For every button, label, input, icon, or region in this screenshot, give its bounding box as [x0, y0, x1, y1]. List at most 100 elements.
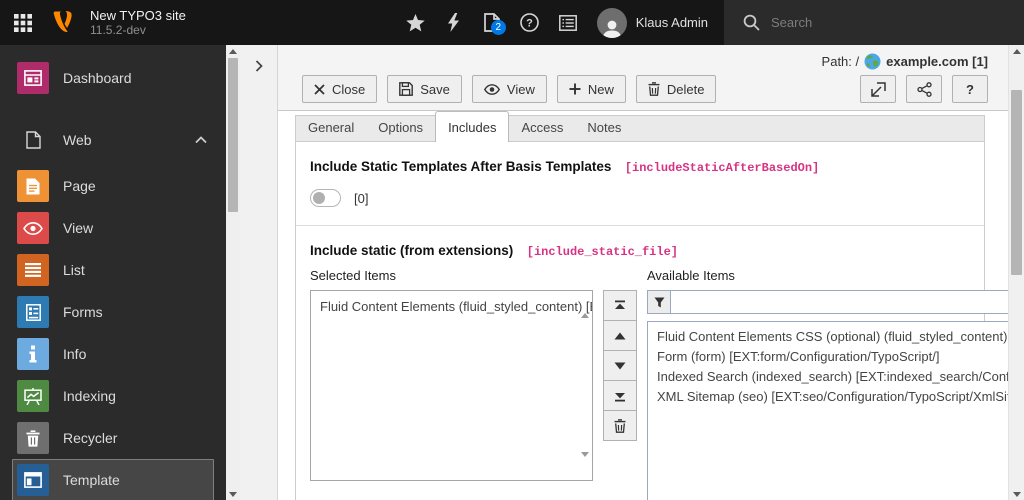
available-items-listbox[interactable]: Fluid Content Elements CSS (optional) (f…	[647, 321, 1024, 500]
sidebar-item-template[interactable]: Template	[12, 459, 214, 500]
topbar-search	[724, 0, 1024, 45]
navigation-strip	[240, 45, 278, 500]
path-label: Path: /	[821, 53, 860, 69]
user-name: Klaus Admin	[635, 15, 708, 30]
toggle-switch-off[interactable]	[310, 189, 341, 207]
forms-icon	[17, 296, 49, 328]
sidebar-item-view[interactable]: View	[12, 207, 214, 249]
sidebar-item-recycler[interactable]: Recycler	[12, 417, 214, 459]
chevron-up-icon	[195, 136, 207, 144]
opened-documents-count-badge: 2	[490, 20, 506, 35]
main-content: Path: / example.com [1] Close Save View …	[278, 45, 1024, 500]
field-code: [includeStaticAfterBasedOn]	[624, 161, 820, 175]
sidebar-item-label: View	[63, 220, 94, 236]
web-group-icon	[17, 124, 49, 156]
sidebar-item-label: Page	[63, 178, 96, 194]
expand-navigation-button[interactable]	[240, 55, 277, 77]
sidebar-item-indexing[interactable]: Indexing	[12, 375, 214, 417]
tab-general[interactable]: General	[296, 114, 366, 142]
module-menu-toggle-button[interactable]	[0, 0, 45, 45]
svg-text:?: ?	[526, 17, 533, 29]
open-in-new-window-button[interactable]	[860, 75, 896, 103]
field-code: [include_static_file]	[526, 245, 678, 259]
scroll-down-arrow[interactable]	[1009, 488, 1024, 500]
listbox-scroll-down-icon[interactable]	[581, 452, 589, 475]
sidebar-group-label: Web	[63, 132, 92, 148]
help-circle-icon: ?	[520, 13, 540, 32]
main-scrollbar	[1008, 45, 1024, 500]
selected-item[interactable]: Fluid Content Elements (fluid_styled_con…	[311, 291, 592, 317]
brand[interactable]: New TYPO3 site 11.5.2-dev	[45, 0, 196, 45]
available-item[interactable]: Form (form) [EXT:form/Configuration/Typo…	[648, 347, 1024, 367]
available-items-header: Available Items	[647, 268, 735, 283]
help-button[interactable]: ?	[511, 0, 549, 45]
move-to-top-button[interactable]	[603, 290, 637, 321]
remove-item-button[interactable]	[603, 410, 637, 441]
field-include-static-file: Include static (from extensions) [includ…	[296, 225, 1024, 500]
new-button[interactable]: New	[556, 75, 626, 103]
share-button[interactable]	[906, 75, 942, 103]
typo3-version: 11.5.2-dev	[90, 23, 146, 37]
sidebar-item-page[interactable]: Page	[12, 165, 214, 207]
view-button[interactable]: View	[471, 75, 547, 103]
typo3-logo-icon	[53, 10, 80, 36]
share-icon	[916, 81, 932, 97]
delete-button[interactable]: Delete	[635, 75, 717, 103]
docheader: Path: / example.com [1] Close Save View …	[278, 45, 1008, 111]
help-button-docheader[interactable]: ?	[952, 75, 988, 103]
sidebar-item-label: Info	[63, 346, 87, 362]
list-icon	[17, 254, 49, 286]
scrollbar-thumb[interactable]	[1011, 90, 1022, 275]
available-item[interactable]: XML Sitemap (seo) [EXT:seo/Configuration…	[648, 387, 1024, 407]
save-button[interactable]: Save	[387, 75, 462, 103]
sidebar-item-dashboard[interactable]: Dashboard	[12, 57, 214, 99]
bookmarks-button[interactable]	[397, 0, 435, 45]
dashboard-icon	[17, 62, 49, 94]
sidebar-item-forms[interactable]: Forms	[12, 291, 214, 333]
scroll-up-arrow[interactable]	[1009, 45, 1024, 57]
info-icon	[17, 338, 49, 370]
item-move-controls	[603, 290, 637, 500]
question-mark-icon: ?	[966, 81, 974, 97]
available-item[interactable]: Indexed Search (indexed_search) [EXT:ind…	[648, 367, 1024, 387]
view-eye-icon	[483, 83, 500, 95]
system-information-button[interactable]	[549, 0, 587, 45]
tab-notes[interactable]: Notes	[575, 114, 633, 142]
move-to-bottom-button[interactable]	[603, 380, 637, 411]
eye-icon	[17, 212, 49, 244]
selected-items-listbox[interactable]: Fluid Content Elements (fluid_styled_con…	[310, 290, 593, 481]
tab-access[interactable]: Access	[509, 114, 575, 142]
template-layout-icon	[17, 464, 49, 496]
listbox-scroll-up-icon[interactable]	[581, 296, 589, 318]
sidebar-group-web[interactable]: Web	[12, 119, 214, 161]
page-path-target[interactable]: example.com [1]	[886, 54, 988, 69]
filter-funnel-button[interactable]	[647, 290, 670, 314]
page-icon	[17, 170, 49, 202]
star-icon	[406, 13, 425, 32]
scrollbar-thumb[interactable]	[228, 58, 238, 212]
sidebar-item-info[interactable]: Info	[12, 333, 214, 375]
clear-cache-button[interactable]	[435, 0, 473, 45]
sidebar-item-label: Template	[63, 472, 120, 488]
tab-includes[interactable]: Includes	[435, 111, 510, 142]
move-up-button[interactable]	[603, 320, 637, 351]
available-item[interactable]: Fluid Content Elements CSS (optional) (f…	[648, 322, 1024, 347]
opened-documents-button[interactable]: 2	[473, 0, 511, 45]
scroll-up-arrow[interactable]	[226, 45, 240, 57]
move-down-button[interactable]	[603, 350, 637, 381]
user-menu-button[interactable]: Klaus Admin	[587, 0, 724, 45]
apps-grid-icon	[13, 13, 33, 33]
search-input[interactable]	[771, 15, 971, 30]
tab-options[interactable]: Options	[366, 114, 435, 142]
sidebar-item-label: Dashboard	[63, 70, 132, 86]
field-label: Include static (from extensions)	[310, 243, 514, 258]
available-items-filter-input[interactable]	[670, 290, 1024, 314]
close-button[interactable]: Close	[302, 75, 378, 103]
external-link-icon	[870, 81, 886, 97]
sidebar-item-list[interactable]: List	[12, 249, 214, 291]
save-floppy-icon	[399, 82, 414, 96]
scroll-down-arrow[interactable]	[226, 488, 240, 500]
close-icon	[314, 83, 325, 95]
module-menu: Dashboard Web Page View List Forms Info …	[0, 45, 226, 500]
field-include-static-after: Include Static Templates After Basis Tem…	[296, 142, 984, 225]
